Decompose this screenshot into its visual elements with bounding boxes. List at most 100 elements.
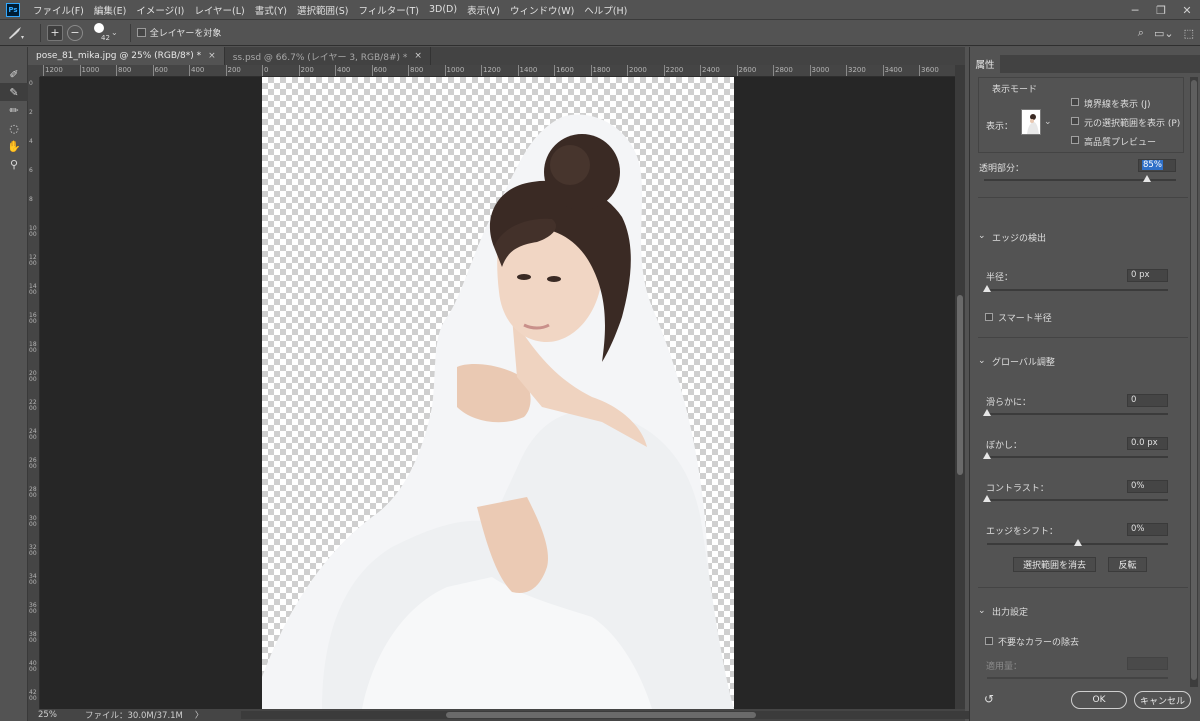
ruler-label: 3600: [921, 66, 939, 74]
ruler-label: 1200: [45, 66, 63, 74]
ruler-label: 600: [373, 66, 387, 74]
slider-thumb[interactable]: [983, 452, 991, 459]
show-edge-checkbox[interactable]: [1071, 98, 1079, 106]
chevron-down-icon[interactable]: ⌄: [978, 606, 986, 616]
slider-thumb[interactable]: [1073, 539, 1082, 546]
vertical-ruler[interactable]: 0 2 4 6 8 1000 1200 1400 1600 1800 2000 2200 2400 260…: [28, 77, 40, 709]
contrast-input[interactable]: 0%: [1127, 480, 1168, 493]
tab-ss-psd[interactable]: ss.psd @ 66.7% (レイヤー 3, RGB/8#) * ×: [224, 47, 431, 65]
decontaminate-checkbox[interactable]: [985, 637, 993, 645]
eye-right: [547, 276, 561, 282]
slider-thumb[interactable]: [983, 285, 991, 292]
menu-type[interactable]: 書式(Y): [250, 3, 292, 17]
refine-brush-tool-icon[interactable]: [0, 24, 34, 42]
global-refinements-title[interactable]: グローバル調整: [992, 355, 1055, 368]
menu-edit[interactable]: 編集(E): [89, 3, 131, 17]
show-original-label: 元の選択範囲を表示 (P): [1084, 119, 1181, 129]
brush-tool-icon[interactable]: ✏: [0, 101, 28, 119]
ruler-label: 1600: [29, 312, 37, 325]
ruler-tick: [371, 65, 373, 76]
view-thumbnail[interactable]: [1021, 109, 1041, 135]
chevron-down-icon[interactable]: ⌄: [978, 356, 986, 366]
close-icon[interactable]: ✕: [1174, 0, 1200, 20]
restore-icon[interactable]: ❐: [1148, 0, 1174, 20]
smooth-slider[interactable]: [983, 409, 1168, 416]
ruler-tick: [590, 65, 592, 76]
radius-input[interactable]: 0 px: [1127, 269, 1168, 282]
chevron-down-icon[interactable]: ⌄: [111, 28, 118, 37]
close-icon[interactable]: ×: [208, 51, 216, 61]
ruler-tick: [809, 65, 811, 76]
menu-filter[interactable]: フィルター(T): [353, 3, 424, 17]
expand-mode-icon[interactable]: +: [47, 24, 63, 41]
cancel-button[interactable]: キャンセル: [1134, 691, 1191, 709]
show-original-checkbox[interactable]: [1071, 117, 1079, 125]
slider-thumb[interactable]: [1143, 175, 1152, 182]
ruler-label: 1400: [519, 66, 538, 74]
slider-thumb[interactable]: [983, 409, 991, 416]
zoom-level[interactable]: 25%: [28, 710, 73, 720]
status-arrow-icon[interactable]: 〉: [183, 709, 204, 721]
ruler-label: 2000: [29, 370, 37, 383]
smooth-input[interactable]: 0: [1127, 394, 1168, 407]
menu-file[interactable]: ファイル(F): [28, 3, 89, 17]
tab-pose-81-mika[interactable]: pose_81_mika.jpg @ 25% (RGB/8*) * ×: [28, 47, 225, 65]
menu-image[interactable]: イメージ(I): [131, 3, 189, 17]
sample-all-layers-checkbox[interactable]: [136, 28, 146, 37]
menu-help[interactable]: ヘルプ(H): [579, 3, 632, 17]
contract-mode-icon[interactable]: −: [67, 24, 83, 41]
minimize-icon[interactable]: ─: [1122, 0, 1148, 20]
ruler-label: 8: [29, 196, 33, 203]
menu-layer[interactable]: レイヤー(L): [189, 3, 249, 17]
shift-edge-input[interactable]: 0%: [1127, 523, 1168, 536]
menu-view[interactable]: 表示(V): [462, 3, 505, 17]
tab-properties[interactable]: 属性: [970, 55, 1000, 73]
ruler-origin[interactable]: [28, 65, 40, 77]
ok-button[interactable]: OK: [1071, 691, 1127, 709]
slider-thumb[interactable]: [983, 495, 991, 502]
hand-tool-icon[interactable]: ✋: [0, 137, 28, 155]
close-icon[interactable]: ×: [414, 51, 422, 61]
transparency-input[interactable]: 85%: [1138, 159, 1176, 172]
lasso-tool-icon[interactable]: ◌: [0, 119, 28, 137]
chevron-down-icon[interactable]: ⌄: [978, 231, 986, 241]
invert-button[interactable]: 反転: [1108, 557, 1147, 572]
canvas-area[interactable]: [40, 77, 955, 709]
share-icon[interactable]: ⬚: [1184, 27, 1194, 40]
feather-slider[interactable]: [983, 452, 1168, 459]
tab-label: ss.psd @ 66.7% (レイヤー 3, RGB/8#) *: [232, 52, 408, 63]
horizontal-scrollbar[interactable]: [241, 711, 981, 719]
horizontal-ruler[interactable]: 1200 1000 800 600 400 200 0 200 400 600 800 1000 120…: [40, 65, 955, 77]
clear-selection-button[interactable]: 選択範囲を消去: [1013, 557, 1096, 572]
output-settings-title[interactable]: 出力設定: [992, 605, 1028, 618]
feather-input[interactable]: 0.0 px: [1127, 437, 1168, 450]
high-quality-checkbox[interactable]: [1071, 136, 1079, 144]
transparency-slider[interactable]: [984, 175, 1176, 182]
chevron-down-icon[interactable]: ⌄: [1044, 117, 1052, 127]
zoom-tool-icon[interactable]: ⚲: [0, 155, 28, 173]
sample-all-layers-label: 全レイヤーを対象: [149, 29, 222, 39]
horizontal-scroll-thumb[interactable]: [446, 712, 756, 718]
workspace-icon[interactable]: ▭⌄: [1154, 27, 1174, 40]
vertical-scroll-thumb[interactable]: [957, 295, 963, 475]
ruler-label: 800: [410, 66, 424, 74]
ruler-label: 4000: [29, 660, 37, 673]
edge-detection-title[interactable]: エッジの検出: [992, 231, 1046, 244]
search-icon[interactable]: ⌕: [1138, 26, 1144, 40]
panel-scrollbar[interactable]: [1190, 77, 1198, 687]
ruler-label: 1000: [446, 66, 465, 74]
quick-selection-tool-icon[interactable]: ✐: [0, 65, 28, 83]
refine-edge-brush-icon[interactable]: ✎: [0, 83, 28, 101]
smart-radius-checkbox[interactable]: [985, 313, 993, 321]
menu-3d[interactable]: 3D(D): [424, 4, 462, 15]
ruler-label: 600: [154, 66, 168, 74]
ruler-label: 3400: [884, 66, 903, 74]
contrast-slider[interactable]: [983, 495, 1168, 502]
reset-icon[interactable]: ↺: [984, 692, 994, 706]
radius-slider[interactable]: [983, 285, 1168, 292]
document-canvas[interactable]: [262, 77, 734, 709]
menu-select[interactable]: 選択範囲(S): [292, 3, 353, 17]
vertical-scrollbar[interactable]: [955, 65, 965, 709]
shift-edge-slider[interactable]: [987, 539, 1168, 546]
menu-window[interactable]: ウィンドウ(W): [505, 3, 579, 17]
